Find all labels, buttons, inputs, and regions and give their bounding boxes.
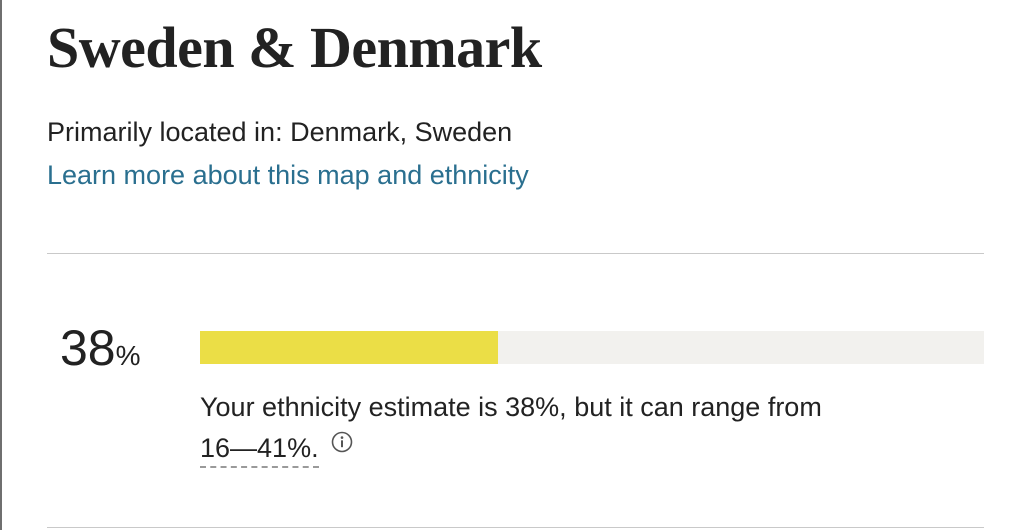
percentage-value: 38 xyxy=(60,320,116,376)
estimate-bar-fill xyxy=(200,331,498,364)
region-title: Sweden & Denmark xyxy=(47,15,542,80)
estimate-bar-track xyxy=(200,331,984,364)
info-icon[interactable] xyxy=(331,431,353,453)
percentage-sign: % xyxy=(115,340,141,371)
section-divider-bottom xyxy=(47,527,984,528)
estimate-range-row: 16—41%. xyxy=(200,429,353,473)
estimate-description: Your ethnicity estimate is 38%, but it c… xyxy=(200,392,822,422)
ethnicity-percentage: 38% xyxy=(60,318,141,386)
section-divider xyxy=(47,253,984,254)
primary-location-text: Primarily located in: Denmark, Sweden xyxy=(47,117,513,147)
learn-more-link[interactable]: Learn more about this map and ethnicity xyxy=(47,157,529,193)
estimate-range-link[interactable]: 16—41%. xyxy=(200,433,319,468)
left-panel-border xyxy=(0,0,2,530)
